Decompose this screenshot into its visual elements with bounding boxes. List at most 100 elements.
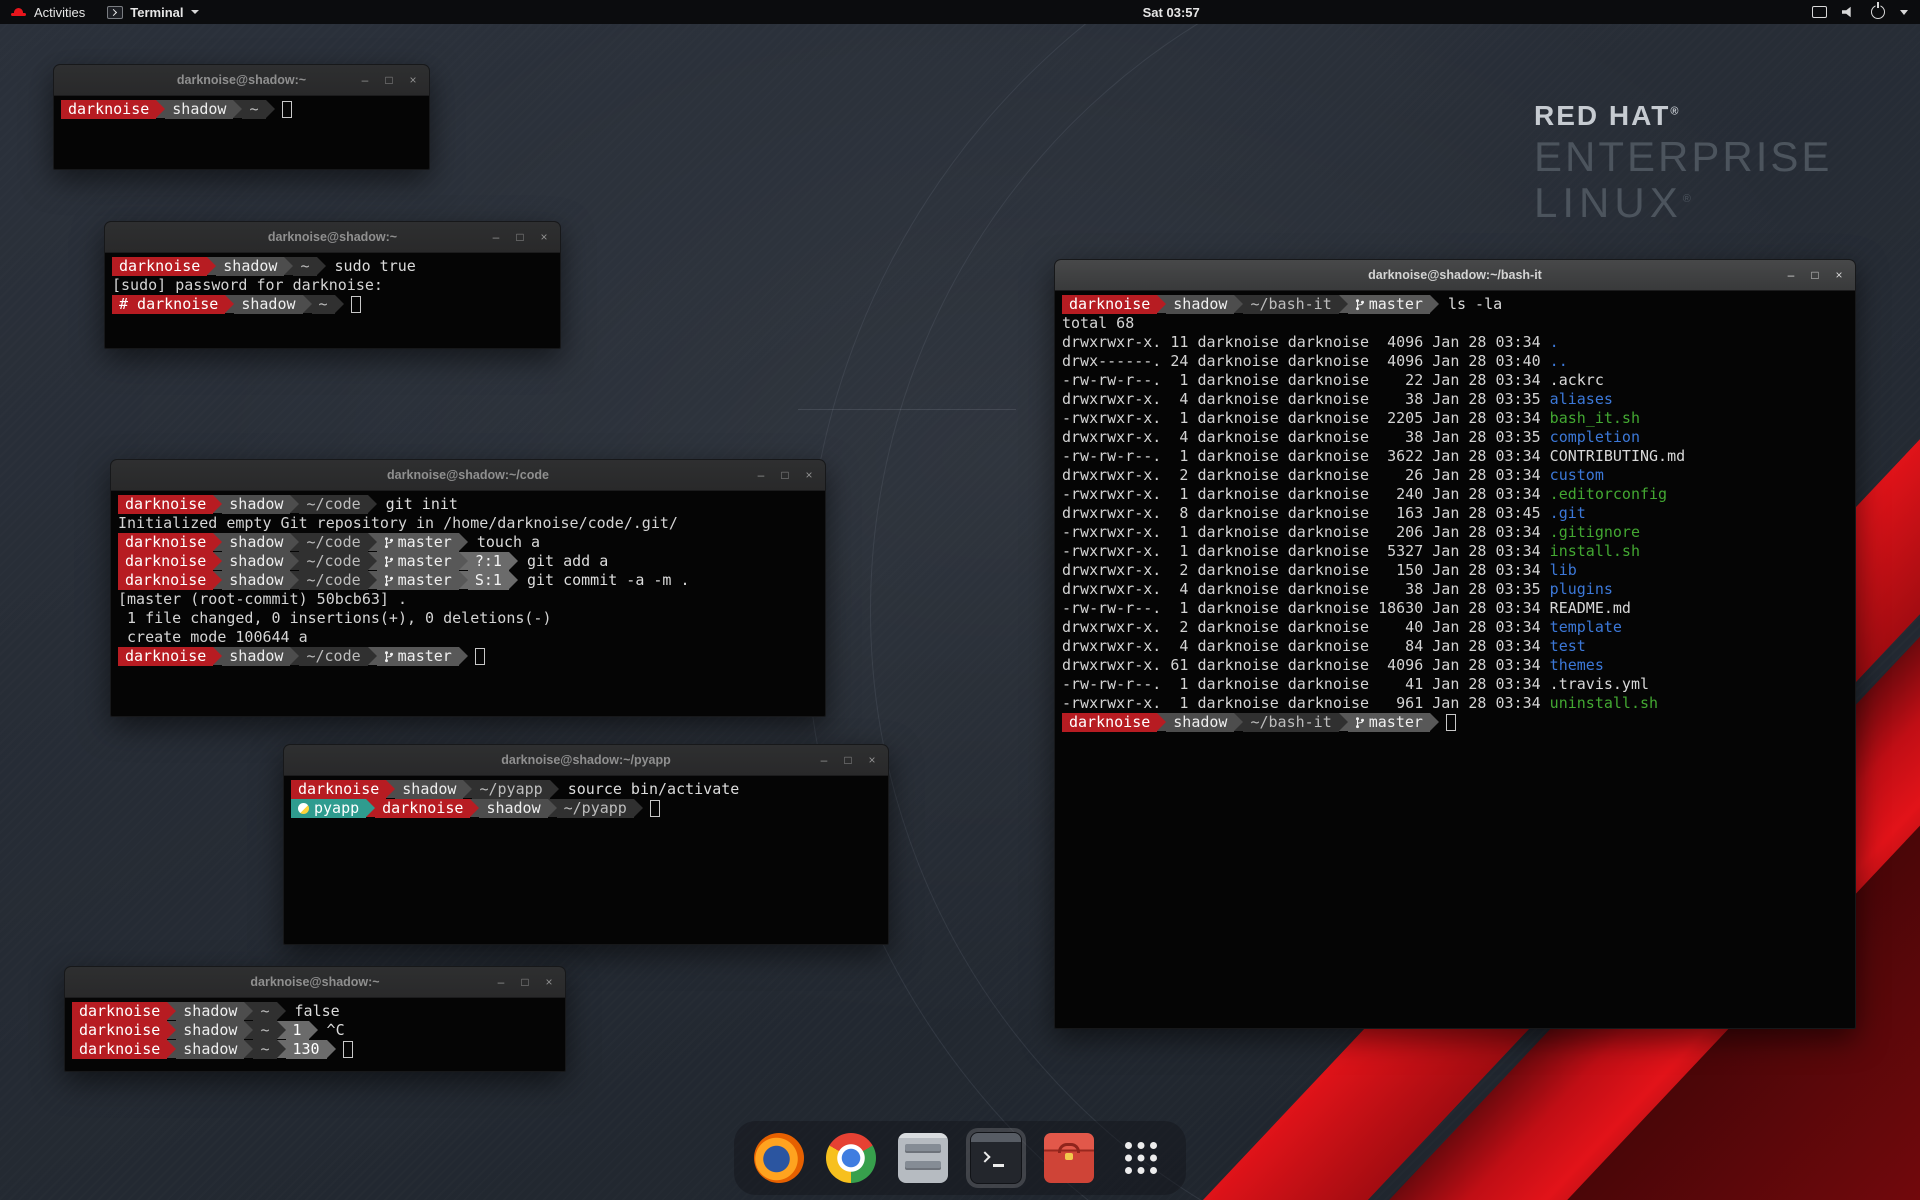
file-name: completion [1550,428,1640,447]
powerline-separator-icon [509,571,518,589]
prompt-segment-git: master [377,647,459,666]
terminal-content[interactable]: darknoiseshadow~/code git initInitialize… [111,491,825,670]
powerline-separator-icon [309,1021,318,1039]
file-name: custom [1550,466,1604,485]
activities-button[interactable]: Activities [0,0,96,24]
terminal-content[interactable]: darknoiseshadow~ sudo true[sudo] passwor… [105,253,560,318]
window-controls: –□× [491,967,559,997]
maximize-button[interactable]: □ [510,227,530,247]
terminal-content[interactable]: darknoiseshadow~ [54,96,429,123]
maximize-button[interactable]: □ [1805,265,1825,285]
powerline-separator-icon [244,1002,253,1020]
powerline-separator-icon [290,533,299,551]
file-manager-icon[interactable] [898,1133,948,1183]
prompt-segment-user: darknoise [72,1002,167,1021]
firefox-icon[interactable] [754,1133,804,1183]
minimize-button[interactable]: – [814,750,834,770]
file-meta: drwxrwxr-x. 4 darknoise darknoise 38 Jan… [1062,390,1550,409]
window-titlebar[interactable]: darknoise@shadow:~–□× [105,222,560,253]
window-controls: –□× [814,745,882,775]
prompt-segment-host: shadow [176,1021,244,1040]
prompt-segment-host: shadow [176,1002,244,1021]
dock-item-chrome[interactable] [822,1129,880,1187]
terminal-window-home-1[interactable]: darknoise@shadow:~–□×darknoiseshadow~ [53,64,430,170]
redhat-icon [11,5,27,20]
powerline-separator-icon [207,257,216,275]
prompt-segment-path: ~ [253,1040,276,1059]
window-titlebar[interactable]: darknoise@shadow:~/code–□× [111,460,825,491]
close-button[interactable]: × [862,750,882,770]
powerline-separator-icon [1430,295,1439,313]
terminal-content[interactable]: darknoiseshadow~ falsedarknoiseshadow~1 … [65,998,565,1063]
minimize-button[interactable]: – [355,70,375,90]
prompt-segment-path: ~/code [299,552,367,571]
dock-item-firefox[interactable] [750,1129,808,1187]
dock-item-software[interactable] [1040,1129,1098,1187]
terminal-line: -rwxrwxr-x. 1 darknoise darknoise 240 Ja… [1062,485,1848,504]
powerline-separator-icon [368,571,377,589]
powerline-separator-icon [327,1040,336,1058]
prompt-segment-git: master [377,533,459,552]
prompt-segment-path: ~ [312,295,335,314]
file-meta: drwxrwxr-x. 61 darknoise darknoise 4096 … [1062,656,1550,675]
caret-down-icon [1900,10,1908,15]
prompt-segment-host: shadow [222,495,290,514]
close-button[interactable]: × [799,465,819,485]
minimize-button[interactable]: – [486,227,506,247]
window-titlebar[interactable]: darknoise@shadow:~/bash-it–□× [1055,260,1855,291]
python-icon [298,803,309,814]
software-toolbox-icon[interactable] [1044,1133,1094,1183]
chrome-icon[interactable] [826,1133,876,1183]
close-button[interactable]: × [539,972,559,992]
powerline-separator-icon [368,495,377,513]
prompt-segment-user: darknoise [118,495,213,514]
prompt-segment-path: ~ [253,1021,276,1040]
minimize-button[interactable]: – [751,465,771,485]
powerline-separator-icon [277,1002,286,1020]
dock-item-appgrid[interactable] [1112,1129,1170,1187]
terminal-icon[interactable] [970,1132,1022,1184]
close-button[interactable]: × [403,70,423,90]
window-titlebar[interactable]: darknoise@shadow:~–□× [65,967,565,998]
terminal-window-pyapp[interactable]: darknoise@shadow:~/pyapp–□×darknoiseshad… [283,744,889,945]
file-meta: -rw-rw-r--. 1 darknoise darknoise 3622 J… [1062,447,1550,466]
powerline-separator-icon [167,1002,176,1020]
terminal-content[interactable]: darknoiseshadow~/bash-itmaster ls -latot… [1055,291,1855,736]
maximize-button[interactable]: □ [379,70,399,90]
file-meta: -rw-rw-r--. 1 darknoise darknoise 18630 … [1062,599,1550,618]
file-meta: drwxrwxr-x. 4 darknoise darknoise 38 Jan… [1062,428,1550,447]
app-grid-dots [1125,1142,1132,1149]
terminal-window-home-2[interactable]: darknoise@shadow:~–□×darknoiseshadow~ fa… [64,966,566,1072]
prompt-segment-path: ~/pyapp [472,780,549,799]
terminal-window-code[interactable]: darknoise@shadow:~/code–□× darknoise shado… [110,459,826,717]
app-grid-icon[interactable] [1116,1133,1166,1183]
prompt-segment-path: ~/pyapp [557,799,634,818]
prompt-segment-user: darknoise [291,780,386,799]
window-titlebar[interactable]: darknoise@shadow:~–□× [54,65,429,96]
clock[interactable]: Sat 03:57 [1143,5,1200,20]
powerline-separator-icon [1430,713,1439,731]
close-button[interactable]: × [1829,265,1849,285]
maximize-button[interactable]: □ [775,465,795,485]
app-menu-terminal[interactable]: Terminal [96,0,209,24]
prompt-segment-host: shadow [1166,713,1234,732]
maximize-button[interactable]: □ [515,972,535,992]
minimize-button[interactable]: – [491,972,511,992]
terminal-output-text: Initialized empty Git repository in /hom… [118,514,678,533]
prompt-segment-user: darknoise [118,533,213,552]
terminal-window-bash-it[interactable]: darknoise@shadow:~/bash-it–□×darknoisesh… [1054,259,1856,1029]
window-titlebar[interactable]: darknoise@shadow:~/pyapp–□× [284,745,888,776]
window-title: darknoise@shadow:~ [65,967,565,997]
file-meta: drwxrwxr-x. 4 darknoise darknoise 38 Jan… [1062,580,1550,599]
powerline-separator-icon [277,1021,286,1039]
close-button[interactable]: × [534,227,554,247]
command-text: git commit -a -m . [518,571,690,590]
terminal-window-sudo[interactable]: darknoise@shadow:~–□×darknoiseshadow~ su… [104,221,561,349]
dock [734,1121,1186,1195]
maximize-button[interactable]: □ [838,750,858,770]
dock-item-files[interactable] [894,1129,952,1187]
dock-item-terminal[interactable] [966,1128,1026,1188]
system-status-area[interactable] [1800,0,1920,24]
terminal-content[interactable]: darknoiseshadow~/pyapp source bin/activa… [284,776,888,822]
minimize-button[interactable]: – [1781,265,1801,285]
